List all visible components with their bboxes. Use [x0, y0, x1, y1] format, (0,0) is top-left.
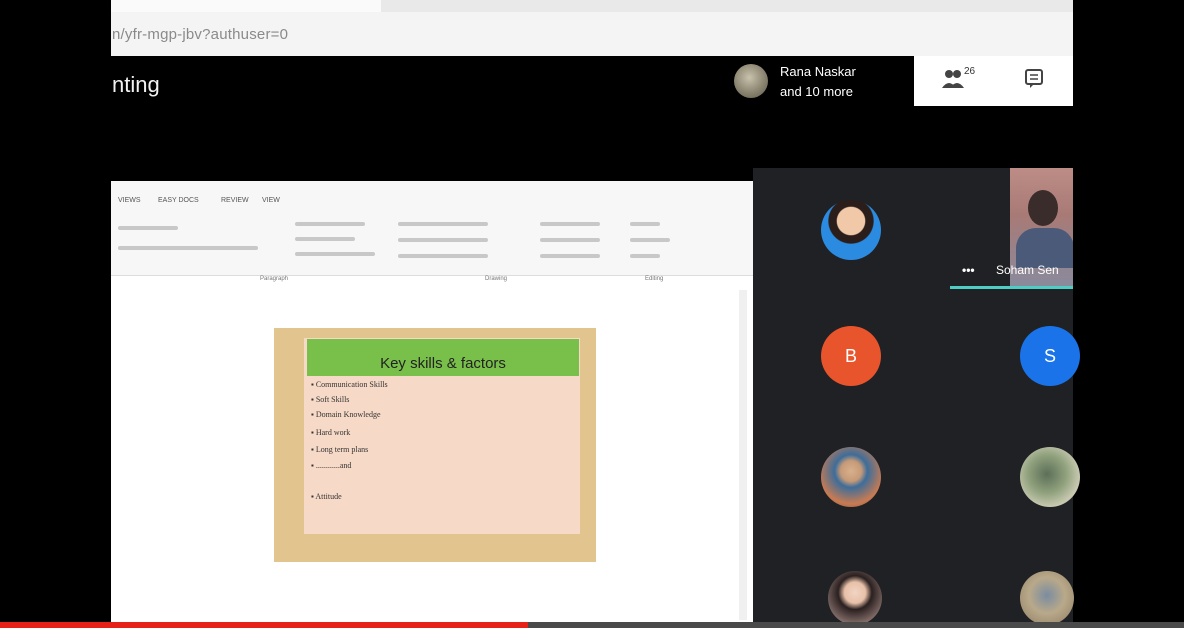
app-ribbon — [111, 181, 753, 276]
presenter-others: and 10 more — [780, 84, 853, 99]
ribbon-control — [540, 238, 600, 242]
chat-icon — [1025, 69, 1043, 88]
chat-button[interactable] — [1022, 66, 1048, 92]
people-count: 26 — [964, 66, 976, 77]
participant-avatar[interactable] — [821, 447, 881, 507]
ribbon-control — [540, 222, 600, 226]
participant-avatar[interactable] — [828, 571, 882, 625]
meeting-title: nting — [112, 72, 160, 97]
participant-avatar[interactable] — [821, 200, 881, 260]
slide-bullet: ▪ Domain Knowledge — [311, 410, 381, 419]
participant-name: Soham Sen — [996, 263, 1059, 277]
slide-bullet: ▪ Hard work — [311, 428, 351, 437]
video-progress-fill — [0, 622, 529, 628]
ribbon-group-label: Editing — [645, 276, 664, 282]
more-options-icon[interactable]: ••• — [962, 263, 975, 277]
ribbon-control — [118, 246, 258, 250]
ribbon-control — [295, 222, 365, 226]
ribbon-control — [630, 222, 660, 226]
slide-title: Key skills & factors — [380, 355, 506, 372]
ribbon-control — [295, 237, 355, 241]
presenter-avatar — [734, 64, 768, 98]
ribbon-shapes — [398, 222, 488, 226]
ribbon-tab[interactable]: VIEW — [262, 197, 280, 204]
browser-tab[interactable] — [111, 0, 381, 12]
slide-bullet: ▪ Long term plans — [311, 445, 369, 454]
participant-avatar-s[interactable]: S — [1020, 326, 1080, 386]
ribbon-group-label: Drawing — [485, 276, 508, 282]
ribbon-tab[interactable]: VIEWS — [118, 197, 141, 204]
speaking-indicator — [950, 286, 1073, 289]
ribbon-control — [630, 238, 670, 242]
ribbon-control — [630, 254, 660, 258]
header-controls — [914, 56, 1073, 106]
slide-bullet: ▪ Soft Skills — [311, 395, 350, 404]
ribbon-control — [540, 254, 600, 258]
ribbon-control — [295, 252, 375, 256]
ribbon-control — [118, 226, 178, 230]
ribbon-shapes — [398, 254, 488, 258]
participant-avatar[interactable] — [1020, 571, 1074, 625]
presenter-name: Rana Naskar — [780, 64, 856, 79]
ribbon-shapes — [398, 238, 488, 242]
address-bar-url[interactable]: n/yfr-mgp-jbv?authuser=0 — [112, 26, 288, 43]
slide-bullet: ▪ Attitude — [311, 492, 342, 501]
ribbon-tab[interactable]: REVIEW — [221, 197, 249, 204]
participant-avatar[interactable] — [1020, 447, 1080, 507]
ribbon-tab[interactable]: EASY DOCS — [158, 197, 199, 204]
vertical-scrollbar[interactable] — [739, 290, 747, 620]
slide-bullet: ▪ Communication Skills — [311, 380, 388, 389]
slide-bullet: ▪ ............and — [311, 461, 352, 470]
ribbon-group-label: Paragraph — [260, 276, 289, 282]
participant-avatar-b[interactable]: B — [821, 326, 881, 386]
